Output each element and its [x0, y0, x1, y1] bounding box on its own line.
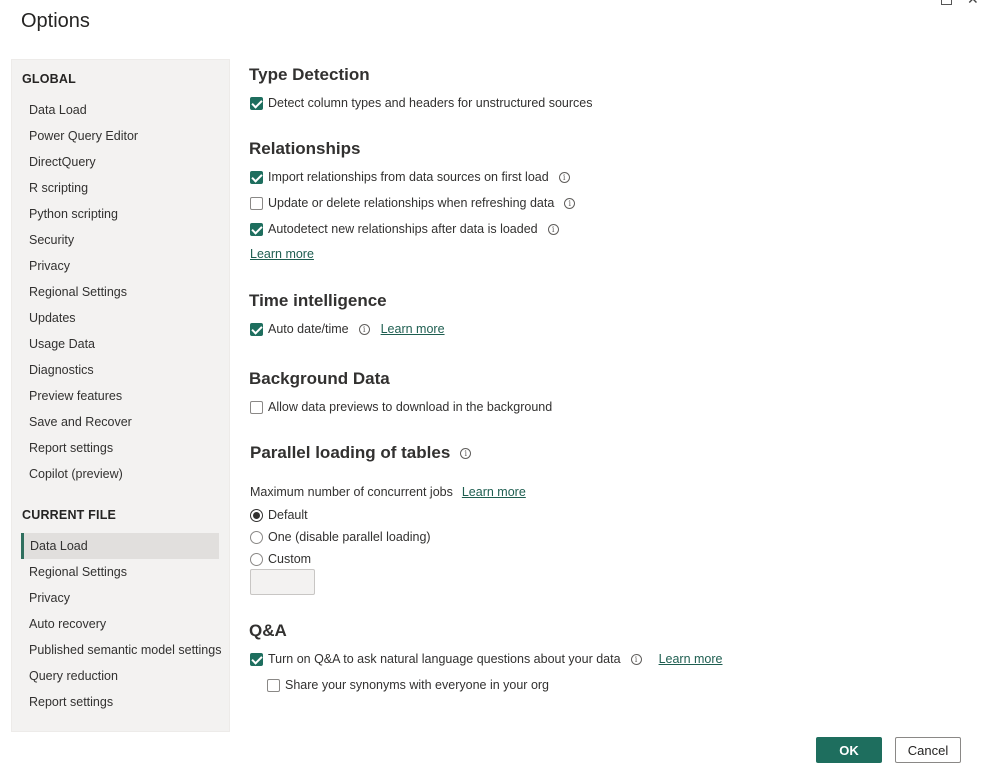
sidebar-item-diagnostics[interactable]: Diagnostics [21, 357, 219, 383]
parallel-loading-header: Parallel loading of tables i [250, 443, 472, 463]
qna-learn-more-link[interactable]: Learn more [659, 652, 723, 666]
info-icon[interactable]: i [460, 447, 472, 459]
update-relationships-option[interactable]: Update or delete relationships when refr… [250, 194, 576, 212]
auto-date-time-label: Auto date/time [268, 322, 349, 336]
allow-previews-checkbox[interactable] [250, 400, 263, 414]
sidebar-item-file-data-load[interactable]: Data Load [21, 533, 219, 559]
detect-types-label: Detect column types and headers for unst… [268, 96, 593, 110]
time-intelligence-title: Time intelligence [249, 291, 387, 310]
sidebar-item-usage-data[interactable]: Usage Data [21, 331, 219, 357]
info-icon[interactable]: i [547, 223, 559, 235]
import-relationships-option[interactable]: Import relationships from data sources o… [250, 168, 570, 186]
allow-previews-option[interactable]: Allow data previews to download in the b… [250, 398, 552, 416]
sidebar-item-regional-settings[interactable]: Regional Settings [21, 279, 219, 305]
turn-on-qna-label: Turn on Q&A to ask natural language ques… [268, 652, 621, 666]
parallel-loading-title: Parallel loading of tables [250, 443, 451, 462]
cancel-button[interactable]: Cancel [895, 737, 961, 763]
share-synonyms-checkbox[interactable] [267, 678, 280, 692]
detect-types-option[interactable]: Detect column types and headers for unst… [250, 94, 592, 112]
type-detection-title: Type Detection [249, 65, 370, 84]
sidebar-item-file-published-semantic-model[interactable]: Published semantic model settings [21, 637, 221, 663]
autodetect-relationships-checkbox[interactable] [250, 222, 263, 236]
sidebar-item-file-query-reduction[interactable]: Query reduction [21, 663, 219, 689]
autodetect-relationships-label: Autodetect new relationships after data … [268, 222, 538, 236]
detect-types-checkbox[interactable] [250, 96, 263, 110]
sidebar-item-power-query-editor[interactable]: Power Query Editor [21, 123, 219, 149]
ok-button[interactable]: OK [816, 737, 882, 763]
radio-default-label: Default [268, 508, 308, 522]
global-header: GLOBAL [22, 72, 76, 86]
sidebar-item-file-auto-recovery[interactable]: Auto recovery [21, 611, 219, 637]
allow-previews-label: Allow data previews to download in the b… [268, 400, 553, 414]
custom-jobs-input[interactable] [250, 569, 315, 595]
sidebar-item-privacy[interactable]: Privacy [21, 253, 219, 279]
relationships-learn-more-link[interactable]: Learn more [250, 247, 314, 261]
sidebar-item-preview-features[interactable]: Preview features [21, 383, 219, 409]
turn-on-qna-checkbox[interactable] [250, 652, 263, 666]
options-content: Type Detection Detect column types and h… [249, 0, 969, 720]
radio-custom[interactable] [250, 552, 263, 566]
share-synonyms-option[interactable]: Share your synonyms with everyone in you… [267, 676, 549, 694]
sidebar-item-copilot-preview[interactable]: Copilot (preview) [21, 461, 219, 487]
auto-date-time-option[interactable]: Auto date/time i Learn more [250, 320, 445, 338]
relationships-title: Relationships [249, 139, 361, 158]
auto-date-time-checkbox[interactable] [250, 322, 263, 336]
sidebar-item-report-settings[interactable]: Report settings [21, 435, 219, 461]
turn-on-qna-option[interactable]: Turn on Q&A to ask natural language ques… [250, 650, 723, 668]
sidebar-item-directquery[interactable]: DirectQuery [21, 149, 219, 175]
sidebar-item-save-and-recover[interactable]: Save and Recover [21, 409, 219, 435]
share-synonyms-label: Share your synonyms with everyone in you… [285, 678, 550, 692]
radio-one-label: One (disable parallel loading) [268, 530, 431, 544]
radio-one[interactable] [250, 530, 263, 544]
radio-custom-label: Custom [268, 552, 312, 566]
current-file-header: CURRENT FILE [22, 508, 117, 522]
options-sidebar: GLOBAL Data Load Power Query Editor Dire… [11, 59, 230, 732]
max-jobs-row: Maximum number of concurrent jobs Learn … [250, 485, 526, 499]
sidebar-item-r-scripting[interactable]: R scripting [21, 175, 219, 201]
relationships-learn-more-row: Learn more [250, 247, 314, 261]
info-icon[interactable]: i [358, 323, 370, 335]
radio-default[interactable] [250, 508, 263, 522]
sidebar-item-file-regional-settings[interactable]: Regional Settings [21, 559, 219, 585]
sidebar-item-python-scripting[interactable]: Python scripting [21, 201, 219, 227]
parallel-loading-learn-more-link[interactable]: Learn more [462, 485, 526, 499]
sidebar-item-security[interactable]: Security [21, 227, 219, 253]
update-relationships-label: Update or delete relationships when refr… [268, 196, 555, 210]
sidebar-item-data-load[interactable]: Data Load [21, 97, 219, 123]
qna-title: Q&A [249, 621, 287, 640]
dialog-title: Options [21, 10, 90, 32]
max-jobs-label: Maximum number of concurrent jobs [250, 485, 453, 499]
time-intelligence-learn-more-link[interactable]: Learn more [381, 322, 445, 336]
sidebar-item-file-privacy[interactable]: Privacy [21, 585, 219, 611]
sidebar-item-updates[interactable]: Updates [21, 305, 219, 331]
sidebar-item-file-report-settings[interactable]: Report settings [21, 689, 219, 715]
info-icon[interactable]: i [630, 653, 642, 665]
radio-default-option[interactable]: Default [250, 506, 308, 524]
update-relationships-checkbox[interactable] [250, 196, 263, 210]
background-data-title: Background Data [249, 369, 390, 388]
info-icon[interactable]: i [564, 197, 576, 209]
info-icon[interactable]: i [558, 171, 570, 183]
radio-custom-option[interactable]: Custom [250, 550, 311, 568]
import-relationships-checkbox[interactable] [250, 170, 263, 184]
radio-one-option[interactable]: One (disable parallel loading) [250, 528, 431, 546]
import-relationships-label: Import relationships from data sources o… [268, 170, 549, 184]
autodetect-relationships-option[interactable]: Autodetect new relationships after data … [250, 220, 559, 238]
